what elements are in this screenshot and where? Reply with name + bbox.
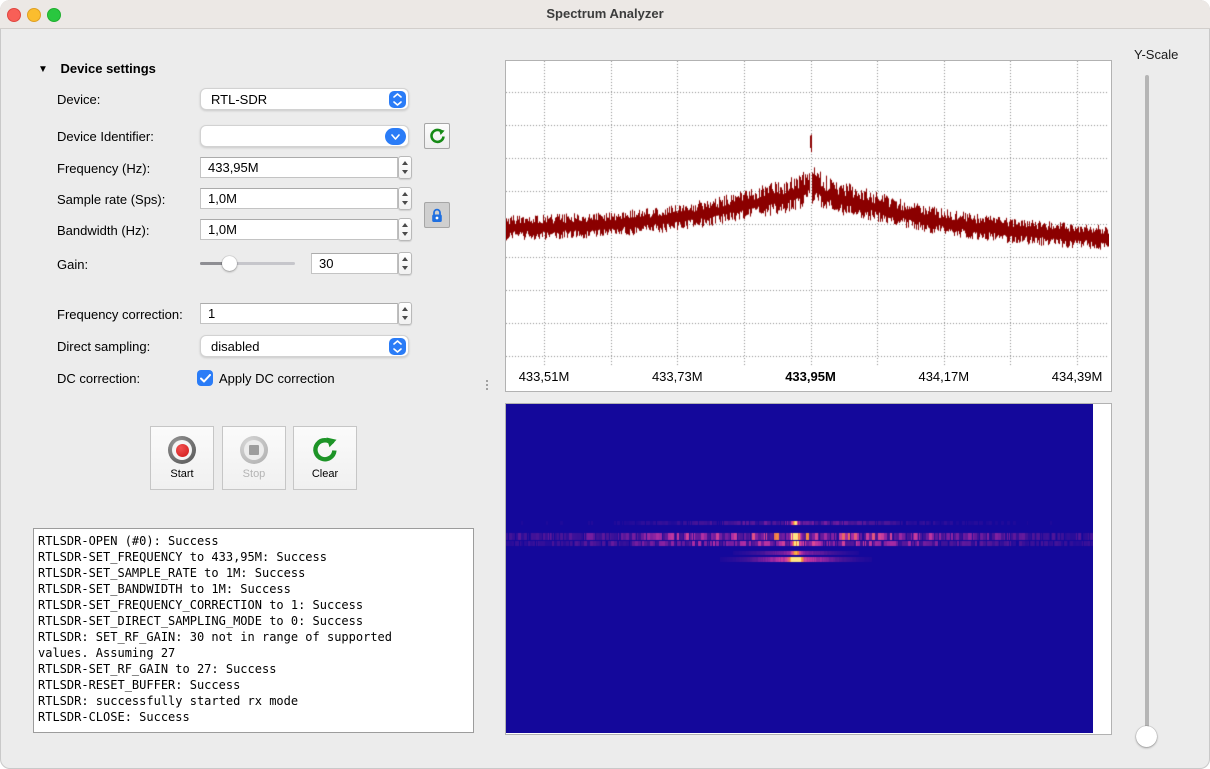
- sample-rate-label: Sample rate (Sps):: [57, 192, 165, 207]
- x-tick-label: 433,73M: [652, 369, 703, 384]
- window-title: Spectrum Analyzer: [0, 0, 1210, 28]
- rescan-devices-button[interactable]: [424, 123, 450, 149]
- stop-button: Stop: [222, 426, 286, 490]
- device-select[interactable]: RTL-SDR: [200, 88, 409, 110]
- clear-button-label: Clear: [312, 468, 338, 480]
- record-icon: [168, 436, 196, 464]
- gain-slider-thumb[interactable]: [222, 256, 237, 271]
- popup-updown-icon: [389, 338, 406, 355]
- spectrum-plot[interactable]: 433,51M 433,73M 433,95M 434,17M 434,39M: [505, 60, 1112, 392]
- frequency-correction-stepper[interactable]: [398, 302, 412, 325]
- bandwidth-label: Bandwidth (Hz):: [57, 223, 149, 238]
- stop-icon: [240, 436, 268, 464]
- device-identifier-combo[interactable]: [200, 125, 409, 147]
- log-output[interactable]: RTLSDR-OPEN (#0): SuccessRTLSDR-SET_FREQ…: [33, 528, 474, 733]
- spectrum-analyzer-window: Spectrum Analyzer ▼ Device settings Devi…: [0, 0, 1210, 769]
- device-label: Device:: [57, 92, 100, 107]
- clear-refresh-icon: [311, 436, 339, 464]
- device-select-value: RTL-SDR: [211, 92, 267, 107]
- dc-correction-label: DC correction:: [57, 371, 140, 386]
- frequency-input[interactable]: [200, 157, 398, 178]
- waterfall-canvas: [506, 404, 1093, 733]
- frequency-correction-input[interactable]: [200, 303, 398, 324]
- frequency-stepper[interactable]: [398, 156, 412, 179]
- start-button[interactable]: Start: [150, 426, 214, 490]
- device-settings-title: Device settings: [61, 61, 156, 76]
- lock-icon: [430, 208, 444, 223]
- frequency-correction-label: Frequency correction:: [57, 307, 183, 322]
- device-settings-header[interactable]: ▼ Device settings: [38, 61, 156, 76]
- gain-label: Gain:: [57, 257, 88, 272]
- sample-rate-input[interactable]: [200, 188, 398, 209]
- direct-sampling-label: Direct sampling:: [57, 339, 150, 354]
- direct-sampling-select[interactable]: disabled: [200, 335, 409, 357]
- refresh-icon: [429, 128, 446, 145]
- lock-sample-rate-button[interactable]: [424, 202, 450, 228]
- chevron-down-icon: [385, 128, 406, 145]
- x-tick-label-center-frequency: 433,95M: [785, 369, 836, 384]
- y-scale-label: Y-Scale: [1134, 47, 1194, 62]
- sample-rate-stepper[interactable]: [398, 187, 412, 210]
- titlebar: Spectrum Analyzer: [0, 0, 1210, 29]
- x-tick-label: 434,39M: [1052, 369, 1103, 384]
- y-scale-slider[interactable]: [1145, 75, 1149, 737]
- waterfall-plot[interactable]: [505, 403, 1112, 735]
- popup-updown-icon: [389, 91, 406, 108]
- gain-slider[interactable]: [200, 262, 295, 265]
- start-button-label: Start: [170, 468, 193, 480]
- dc-correction-checkbox-label: Apply DC correction: [219, 371, 335, 386]
- check-icon: [200, 374, 211, 383]
- x-tick-label: 434,17M: [918, 369, 969, 384]
- dc-correction-checkbox[interactable]: [197, 370, 213, 386]
- stop-button-label: Stop: [243, 468, 266, 480]
- x-tick-label: 433,51M: [519, 369, 570, 384]
- direct-sampling-value: disabled: [211, 339, 259, 354]
- gain-stepper[interactable]: [398, 252, 412, 275]
- bandwidth-input[interactable]: [200, 219, 398, 240]
- gain-input[interactable]: [311, 253, 398, 274]
- disclosure-triangle-icon[interactable]: ▼: [38, 64, 48, 75]
- bandwidth-stepper[interactable]: [398, 218, 412, 241]
- spectrum-trace-canvas: [506, 61, 1109, 367]
- splitter-handle[interactable]: [486, 378, 489, 392]
- y-scale-slider-thumb[interactable]: [1136, 726, 1157, 747]
- frequency-axis: 433,51M 433,73M 433,95M 434,17M 434,39M: [506, 367, 1109, 389]
- frequency-label: Frequency (Hz):: [57, 161, 150, 176]
- device-identifier-label: Device Identifier:: [57, 129, 154, 144]
- clear-button[interactable]: Clear: [293, 426, 357, 490]
